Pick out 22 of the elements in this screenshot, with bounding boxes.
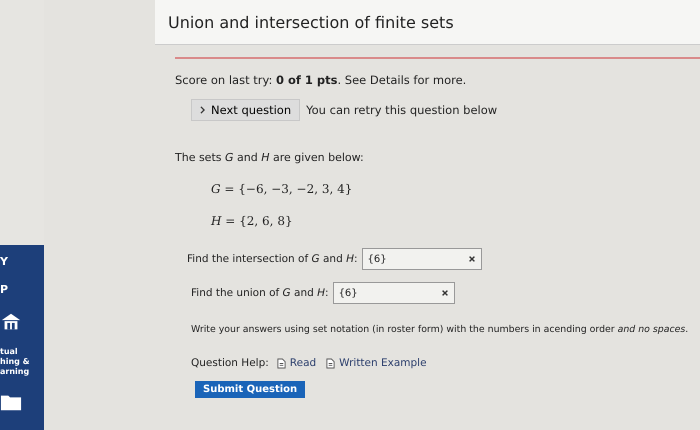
- question-prompt: Find the intersection of G and H:: [187, 253, 358, 265]
- retry-note: You can retry this question below: [306, 103, 498, 117]
- document-icon[interactable]: [326, 358, 336, 368]
- help-link[interactable]: Read: [290, 357, 316, 369]
- question-text: The sets G and H are given below:: [175, 151, 365, 164]
- sidebar-label[interactable]: P: [0, 282, 8, 296]
- instruction-text: Write your answers using set notation (in roster form) with the numbers in acending order and no spaces.: [190, 324, 690, 335]
- document-icon[interactable]: [276, 358, 286, 368]
- next-question-button[interactable]: Next question: [191, 99, 300, 121]
- question-prompt: Find the union of G and H:: [191, 287, 329, 299]
- chevron-right-icon: [200, 106, 205, 114]
- set-equation: G = {−6, −3, −2, 3, 4}: [210, 182, 354, 196]
- help-link[interactable]: Written Example: [339, 357, 427, 369]
- answer-field[interactable]: {6}: [362, 248, 482, 270]
- submit-button[interactable]: Submit Question: [195, 381, 306, 398]
- sidebar-label[interactable]: Y: [0, 255, 8, 269]
- answer-field[interactable]: {6}: [332, 282, 455, 304]
- set-equation: H = {2, 6, 8}: [210, 214, 294, 228]
- help-label: Question Help:: [191, 357, 269, 369]
- sidebar-label[interactable]: tual hing & arning: [0, 346, 30, 376]
- page-title: Union and intersection of finite sets: [168, 12, 454, 32]
- score-text: Score on last try: 0 of 1 pts. See Details for more.: [175, 73, 468, 87]
